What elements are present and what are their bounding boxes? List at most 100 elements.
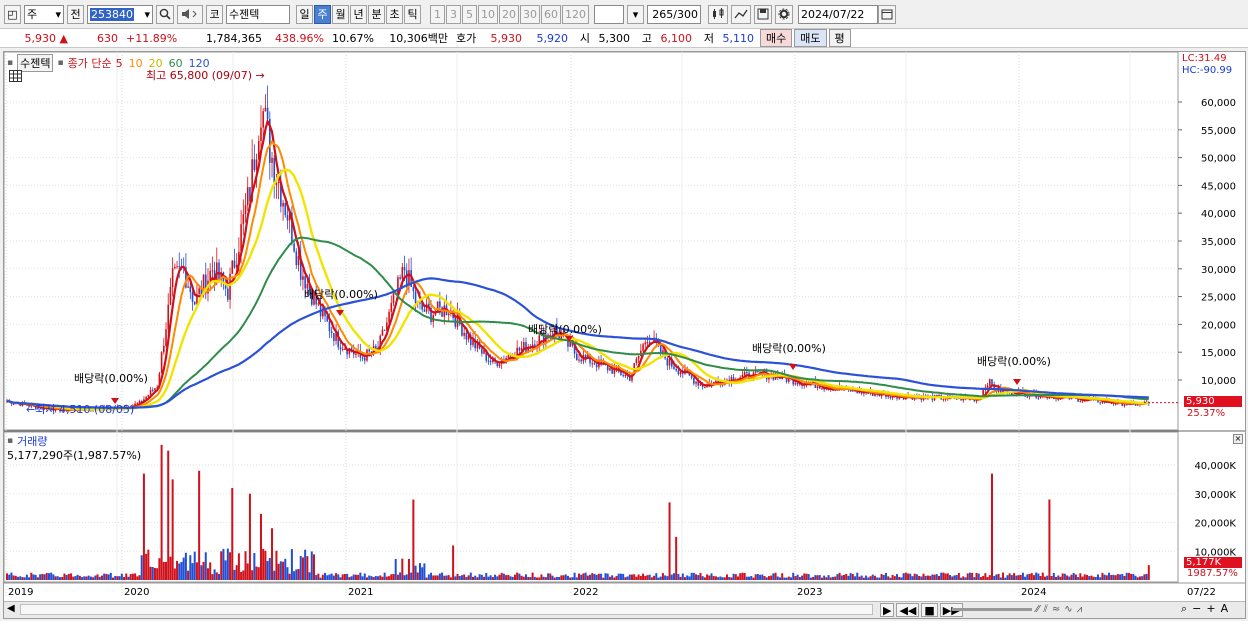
period-tab[interactable]: 년 (350, 4, 367, 24)
interval-button[interactable]: 60 (541, 4, 561, 24)
volume-bar (555, 576, 558, 580)
period-tab[interactable]: 초 (386, 4, 403, 24)
interval-button[interactable]: 3 (446, 4, 461, 24)
rewind-icon[interactable]: ◀◀ (896, 603, 920, 617)
count-field[interactable]: 265/300 (647, 4, 701, 24)
volume-bar (929, 575, 932, 580)
period-tab[interactable]: 틱 (404, 4, 421, 24)
calendar-button[interactable] (878, 4, 896, 24)
volume-bar (745, 576, 748, 580)
window-menu-icon[interactable]: ◰ (4, 4, 21, 24)
chart-panel[interactable]: 60,000 55,000 50,000 45,000 40,000 35,000 30,0… (3, 51, 1246, 619)
date-field[interactable]: 2024/07/22 (798, 4, 878, 24)
stock-code-input[interactable]: 253840 ▾ (87, 4, 153, 24)
buy-button[interactable]: 매수 (760, 29, 793, 47)
drawing-tool-icon[interactable]: ⩘ (1077, 604, 1083, 615)
volume-bar (505, 575, 508, 580)
quote-open: 5,300 (598, 31, 631, 45)
stop-icon[interactable]: ■ (921, 603, 938, 617)
zoom-in-icon[interactable]: + (1206, 602, 1215, 616)
volume-bar (827, 575, 830, 580)
volume-bar (816, 575, 819, 580)
volume-bar (434, 575, 437, 580)
volume-bar (902, 573, 905, 580)
quote-hoga-label: 호가 (456, 32, 477, 45)
volume-bar (83, 576, 86, 580)
period-tab[interactable]: 일 (296, 4, 313, 24)
volume-bar (321, 574, 324, 580)
volume-bar (529, 577, 532, 580)
candle-body (297, 256, 300, 266)
volume-bar (145, 553, 148, 580)
volume-bar (235, 565, 238, 580)
interval-button[interactable]: 1 (430, 4, 445, 24)
ma-period-label[interactable]: 10 (129, 57, 143, 70)
market-type-button[interactable]: 코 (206, 4, 223, 24)
interval-button[interactable]: 20 (499, 4, 519, 24)
interval-button[interactable]: 10 (478, 4, 498, 24)
scroll-left-icon[interactable]: ◀ (7, 603, 15, 614)
arrow-right-icon: → (255, 69, 265, 82)
interval-dropdown[interactable]: ▾ (627, 4, 644, 24)
stock-chart-canvas[interactable]: 60,000 55,000 50,000 45,000 40,000 35,000 30,0… (3, 51, 1245, 618)
volume-bar (706, 574, 709, 580)
sell-button[interactable]: 매도 (794, 29, 827, 47)
auto-scale-icon[interactable]: A (1221, 602, 1229, 616)
drawing-tool-icon[interactable]: ⁄⁄ (1036, 604, 1039, 615)
volume-bar (374, 576, 377, 580)
stock-tag[interactable]: 수젠텍 (17, 54, 54, 72)
period-tab[interactable]: 월 (332, 4, 349, 24)
candle-body (622, 375, 624, 377)
ma-period-label[interactable]: 5 (116, 57, 123, 70)
drawing-tool-icon[interactable]: ≈ (1052, 604, 1060, 615)
ma-label[interactable]: 종가 단순 (68, 55, 112, 71)
chart-scrollbar[interactable]: ◀ ▶ ◀◀ ■ ▶▶ ⁄⁄ ⫽ ≈ ∿ ⩘ ⌕ − + A (4, 601, 1245, 618)
volume-bar (642, 573, 645, 580)
drawing-tool-icon[interactable]: ⫽ (1043, 604, 1047, 615)
search-button[interactable] (156, 4, 174, 24)
magnifier-icon[interactable]: ⌕ (1181, 602, 1187, 616)
volume-bar (783, 577, 786, 580)
save-button[interactable] (754, 4, 772, 24)
volume-bar (425, 577, 428, 580)
volume-bar (324, 572, 327, 580)
period-tab[interactable]: 분 (368, 4, 385, 24)
lc-label: LC:31.49 (1182, 53, 1227, 64)
volume-bar (602, 577, 605, 580)
volume-bar (756, 574, 759, 580)
price-tick-label: 45,000 (1201, 181, 1236, 192)
scroll-track[interactable] (20, 604, 873, 615)
interval-input[interactable] (594, 4, 624, 24)
zoom-slider[interactable] (952, 608, 1032, 611)
interval-button[interactable]: 30 (520, 4, 540, 24)
volume-bar (385, 576, 388, 580)
volume-bar (52, 574, 55, 580)
volume-bar (979, 577, 982, 580)
settings-button[interactable] (775, 4, 793, 24)
sound-button[interactable] (177, 4, 203, 24)
indicator-table-button[interactable] (9, 70, 22, 85)
volume-bar (436, 575, 439, 580)
count-max: /300 (673, 7, 698, 21)
volume-bar (790, 577, 793, 580)
volume-bar (151, 567, 154, 580)
play-icon[interactable]: ▶ (880, 603, 895, 617)
volume-bar (942, 572, 945, 580)
line-tool-button[interactable] (731, 4, 751, 24)
volume-bar (85, 576, 88, 580)
close-panel-icon[interactable]: × (1233, 434, 1243, 444)
volume-bar (365, 577, 368, 580)
drawing-tool-icon[interactable]: ∿ (1064, 604, 1072, 615)
market-select[interactable]: 주 ▾ (24, 4, 64, 24)
zoom-out-icon[interactable]: − (1192, 602, 1201, 616)
legend-bullet-icon: ▪ (57, 58, 64, 68)
interval-button[interactable]: 120 (562, 4, 589, 24)
volume-bar (293, 571, 296, 580)
volume-bar (39, 574, 42, 580)
period-tab[interactable]: 주 (314, 4, 331, 24)
candle-type-button[interactable] (708, 4, 728, 24)
stock-name-field[interactable]: 수젠텍 (226, 4, 290, 24)
evaluate-button[interactable]: 평 (828, 29, 851, 47)
interval-button[interactable]: 5 (462, 4, 477, 24)
prev-button[interactable]: 전 (67, 4, 84, 24)
